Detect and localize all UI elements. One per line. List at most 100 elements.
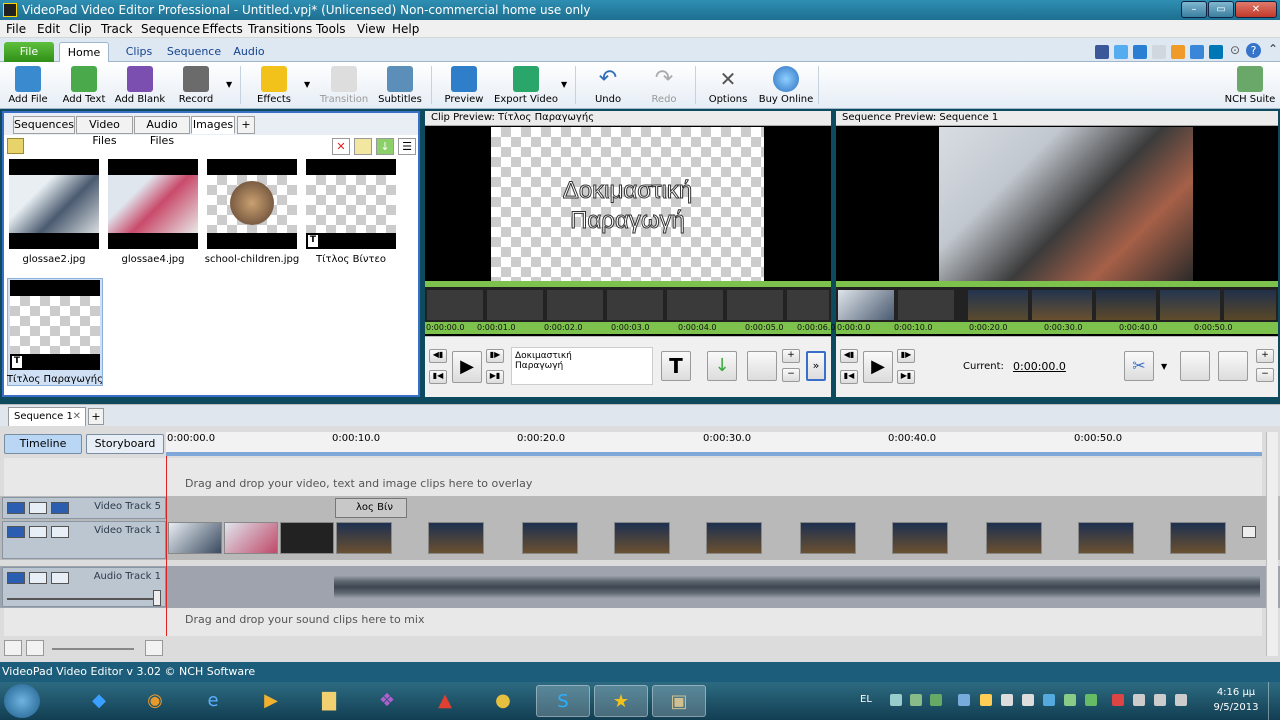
lock-icon[interactable] <box>29 572 47 584</box>
speaker-icon[interactable] <box>7 572 25 584</box>
close-tab-icon[interactable]: ✕ <box>73 408 81 426</box>
current-time[interactable]: 0:00:00.0 <box>1013 360 1066 373</box>
tray-icon[interactable] <box>1085 694 1097 706</box>
effects-button[interactable]: Effects <box>248 64 300 108</box>
video-clip[interactable] <box>522 522 578 554</box>
zoom-in-icon[interactable]: + <box>782 349 800 363</box>
lock-icon[interactable] <box>29 502 47 514</box>
effects-dropdown-icon[interactable]: ▼ <box>304 80 310 89</box>
clip-end-button[interactable]: ▶▮ <box>486 370 504 384</box>
clock-date[interactable]: 9/5/2013 <box>1208 702 1264 713</box>
seq-end-button[interactable]: ▶▮ <box>897 370 915 384</box>
videopad-icon[interactable]: ★ <box>594 685 648 717</box>
seq-prev-frame-button[interactable]: ◀▮ <box>840 349 858 363</box>
network-icon[interactable] <box>1022 694 1034 706</box>
add-blank-button[interactable]: Add Blank <box>114 64 166 108</box>
skype-icon[interactable]: S <box>536 685 590 717</box>
chevron-up-icon[interactable]: ⌃ <box>1268 42 1278 56</box>
tab-sequence-1[interactable]: Sequence 1 ✕ <box>8 407 86 426</box>
video-clip[interactable] <box>168 522 222 554</box>
menu-track[interactable]: Track <box>101 22 132 36</box>
subtitles-button[interactable]: Subtitles <box>374 64 426 108</box>
bin-item-video-title[interactable]: T <box>306 159 396 249</box>
record-button[interactable]: Record <box>170 64 222 108</box>
track-color-icon[interactable] <box>51 572 69 584</box>
open-folder-icon[interactable] <box>354 138 372 155</box>
add-file-button[interactable]: Add File <box>2 64 54 108</box>
help-icon[interactable]: ⊙ <box>1230 43 1240 57</box>
export-dropdown-icon[interactable]: ▼ <box>561 80 567 89</box>
video-clip[interactable] <box>280 522 334 554</box>
text-format-button[interactable]: T <box>661 351 691 381</box>
tab-clips[interactable]: Clips <box>119 42 159 62</box>
tray-icon[interactable] <box>1064 694 1076 706</box>
eye-icon[interactable] <box>7 502 25 514</box>
bin-item-glossae4[interactable] <box>108 159 198 249</box>
seq-zoom-out-icon[interactable]: − <box>1256 368 1274 382</box>
tray-icon[interactable] <box>910 694 922 706</box>
add-text-button[interactable]: Add Text <box>58 64 110 108</box>
tab-sequence[interactable]: Sequence <box>164 42 224 62</box>
file-explorer-icon[interactable]: ▇ <box>302 685 356 717</box>
acrobat-icon[interactable]: ▲ <box>418 685 472 717</box>
start-button[interactable] <box>4 684 40 718</box>
tab-sequences[interactable]: Sequences <box>13 116 75 134</box>
clip-start-button[interactable]: ▮◀ <box>429 370 447 384</box>
sequence-scrub-bar[interactable]: 0:00:0.0 0:00:10.0 0:00:20.0 0:00:30.0 0… <box>836 322 1278 334</box>
zoom-in-timeline-icon[interactable] <box>145 640 163 656</box>
tab-video-files[interactable]: Video Files <box>76 116 133 147</box>
timeline-scrollbar[interactable] <box>1266 432 1278 656</box>
tray-icon[interactable] <box>890 694 902 706</box>
download-icon[interactable]: ↓ <box>376 138 394 155</box>
clip-play-button[interactable]: ▶ <box>452 351 482 383</box>
snapshot-camera-icon[interactable] <box>1180 351 1210 381</box>
seq-start-button[interactable]: ▮◀ <box>840 370 858 384</box>
menu-file[interactable]: File <box>6 22 26 36</box>
record-dropdown-icon[interactable]: ▼ <box>226 80 232 89</box>
menu-sequence[interactable]: Sequence <box>141 22 200 36</box>
grid-icon[interactable] <box>1152 45 1166 59</box>
video-clip[interactable] <box>1078 522 1134 554</box>
media-player-icon[interactable]: ▶ <box>244 685 298 717</box>
menu-view[interactable]: View <box>357 22 385 36</box>
volume-slider[interactable] <box>7 598 159 600</box>
tray-icon[interactable] <box>1133 694 1145 706</box>
audio-waveform[interactable] <box>334 568 1260 606</box>
video-clip[interactable] <box>892 522 948 554</box>
facebook-icon[interactable] <box>1095 45 1109 59</box>
menu-transitions[interactable]: Transitions <box>248 22 312 36</box>
redo-button[interactable]: ↷ Redo <box>638 64 690 108</box>
video-clip[interactable] <box>1170 522 1226 554</box>
dropbox-icon[interactable]: ◆ <box>72 685 126 717</box>
clock-time[interactable]: 4:16 μμ <box>1212 687 1260 698</box>
seq-zoom-in-icon[interactable]: + <box>1256 349 1274 363</box>
signal-icon[interactable] <box>1154 694 1166 706</box>
bin-item-glossae2[interactable] <box>9 159 99 249</box>
app-icon[interactable]: ▣ <box>652 685 706 717</box>
bin-item-school-children[interactable] <box>207 159 297 249</box>
zoom-fit-icon[interactable] <box>4 640 22 656</box>
app-icon[interactable]: ❖ <box>360 685 414 717</box>
tab-audio[interactable]: Audio <box>229 42 269 62</box>
menu-edit[interactable]: Edit <box>37 22 60 36</box>
zoom-out-icon[interactable]: − <box>782 368 800 382</box>
twitter-icon[interactable] <box>1114 45 1128 59</box>
video-clip[interactable] <box>336 522 392 554</box>
track-color-icon[interactable] <box>51 502 69 514</box>
tray-icon[interactable] <box>930 694 942 706</box>
undo-button[interactable]: ↶ Undo <box>582 64 634 108</box>
timeline-ruler[interactable]: 0:00:00.0 0:00:10.0 0:00:20.0 0:00:30.0 … <box>166 432 1262 456</box>
show-desktop-button[interactable] <box>1268 682 1280 720</box>
volume-icon[interactable] <box>1001 694 1013 706</box>
bin-item-production-title[interactable]: T <box>10 280 100 370</box>
tray-icon[interactable] <box>1175 694 1187 706</box>
tab-file[interactable]: File <box>4 42 54 62</box>
bluetooth-icon[interactable] <box>958 694 970 706</box>
clip-next-frame-button[interactable]: ▮▶ <box>486 349 504 363</box>
export-video-button[interactable]: Export Video <box>494 64 558 108</box>
clip-prev-frame-button[interactable]: ◀▮ <box>429 349 447 363</box>
volume-handle[interactable] <box>153 590 161 606</box>
zoom-slider[interactable] <box>52 648 134 650</box>
video-clip[interactable] <box>800 522 856 554</box>
add-to-sequence-button[interactable]: ↓ <box>707 351 737 381</box>
